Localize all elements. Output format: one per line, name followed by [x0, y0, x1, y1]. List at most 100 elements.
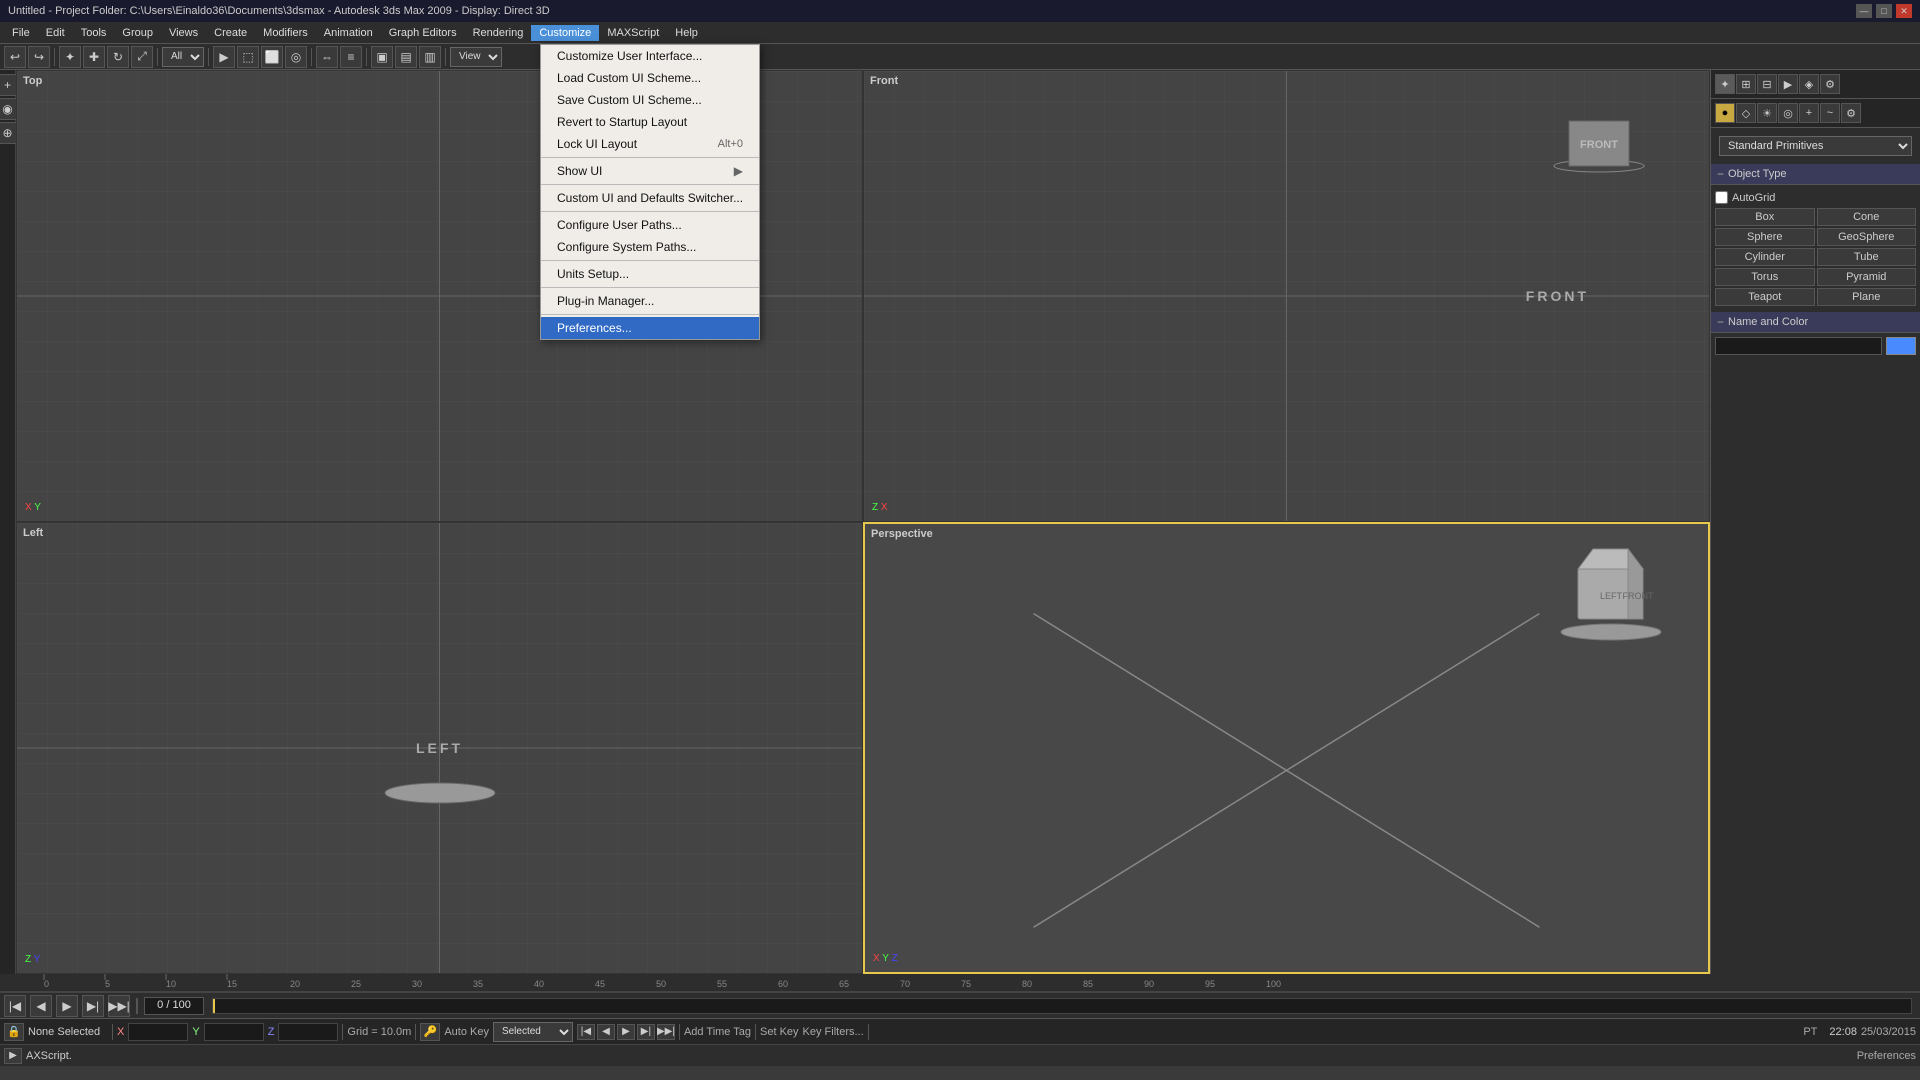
- menu-custom-ui-defaults[interactable]: Custom UI and Defaults Switcher...: [541, 187, 759, 209]
- prim-torus[interactable]: Torus: [1715, 268, 1815, 286]
- menu-create[interactable]: Create: [206, 25, 255, 41]
- menu-revert-startup[interactable]: Revert to Startup Layout: [541, 111, 759, 133]
- undo-button[interactable]: ↩: [4, 46, 26, 68]
- menu-lock-ui[interactable]: Lock UI Layout Alt+0: [541, 133, 759, 155]
- menu-user-paths[interactable]: Configure User Paths...: [541, 214, 759, 236]
- primitives-dropdown[interactable]: Standard Primitives: [1719, 136, 1912, 156]
- light-btn[interactable]: ☀: [1757, 103, 1777, 123]
- menu-file[interactable]: File: [4, 25, 38, 41]
- prim-geosphere[interactable]: GeoSphere: [1817, 228, 1917, 246]
- menu-preferences[interactable]: Preferences...: [541, 317, 759, 339]
- timeline-play-btn[interactable]: ▶: [56, 995, 78, 1017]
- object-type-collapse[interactable]: −: [1717, 167, 1724, 181]
- menu-graph-editors[interactable]: Graph Editors: [381, 25, 465, 41]
- select-button[interactable]: ✦: [59, 46, 81, 68]
- lasso-select[interactable]: ◎: [285, 46, 307, 68]
- selected-dropdown[interactable]: Selected: [493, 1022, 573, 1042]
- timeline-track[interactable]: [212, 998, 1912, 1014]
- prim-sphere[interactable]: Sphere: [1715, 228, 1815, 246]
- maximize-button[interactable]: □: [1876, 4, 1892, 18]
- redo-button[interactable]: ↪: [28, 46, 50, 68]
- utilities-tab[interactable]: ⚙: [1820, 74, 1840, 94]
- prim-cylinder[interactable]: Cylinder: [1715, 248, 1815, 266]
- pb-start[interactable]: |◀: [577, 1024, 595, 1040]
- mirror-button[interactable]: ⇔: [316, 46, 338, 68]
- filter-dropdown[interactable]: All: [162, 47, 204, 67]
- autodef-checkbox[interactable]: [1715, 191, 1728, 204]
- scale-button[interactable]: ⤢: [131, 46, 153, 68]
- pb-play[interactable]: ▶: [617, 1024, 635, 1040]
- timeline-next-btn[interactable]: ▶|: [82, 995, 104, 1017]
- fence-select[interactable]: ⬜: [261, 46, 283, 68]
- minimize-button[interactable]: —: [1856, 4, 1872, 18]
- menu-help[interactable]: Help: [667, 25, 706, 41]
- menu-group[interactable]: Group: [114, 25, 161, 41]
- svg-text:LEFT: LEFT: [1600, 591, 1623, 601]
- prim-pyramid[interactable]: Pyramid: [1817, 268, 1917, 286]
- menu-rendering[interactable]: Rendering: [465, 25, 532, 41]
- x-coord[interactable]: [128, 1023, 188, 1041]
- name-color-collapse[interactable]: −: [1717, 315, 1724, 329]
- rotate-button[interactable]: ↻: [107, 46, 129, 68]
- y-coord[interactable]: [204, 1023, 264, 1041]
- modify-tab[interactable]: ⊞: [1736, 74, 1756, 94]
- helper-btn[interactable]: +: [1799, 103, 1819, 123]
- menu-load-custom-ui[interactable]: Load Custom UI Scheme...: [541, 67, 759, 89]
- align-button[interactable]: ≡: [340, 46, 362, 68]
- viewport-front[interactable]: Front FRONT FRONT Z X: [863, 70, 1710, 522]
- timeline-prev-btn[interactable]: ◀: [30, 995, 52, 1017]
- timeline-cursor[interactable]: [213, 999, 215, 1013]
- menu-units-setup[interactable]: Units Setup...: [541, 263, 759, 285]
- motion-tab[interactable]: ▶: [1778, 74, 1798, 94]
- close-button[interactable]: ✕: [1896, 4, 1912, 18]
- view-dropdown[interactable]: View: [450, 47, 502, 67]
- key-filters[interactable]: Key Filters...: [803, 1026, 864, 1038]
- region-select[interactable]: ⬚: [237, 46, 259, 68]
- timeline-start-btn[interactable]: |◀: [4, 995, 26, 1017]
- lock-button[interactable]: 🔒: [4, 1023, 24, 1041]
- z-coord[interactable]: [278, 1023, 338, 1041]
- pb-prev[interactable]: ◀: [597, 1024, 615, 1040]
- prim-cone[interactable]: Cone: [1817, 208, 1917, 226]
- prim-box[interactable]: Box: [1715, 208, 1815, 226]
- grid-label: Grid = 10.0m: [347, 1026, 411, 1038]
- prim-tube[interactable]: Tube: [1817, 248, 1917, 266]
- prim-teapot[interactable]: Teapot: [1715, 288, 1815, 306]
- camera-btn[interactable]: ◎: [1778, 103, 1798, 123]
- pb-end[interactable]: ▶▶|: [657, 1024, 675, 1040]
- menu-animation[interactable]: Animation: [316, 25, 381, 41]
- create-tab[interactable]: ✦: [1715, 74, 1735, 94]
- key-icon[interactable]: 🔑: [420, 1023, 440, 1041]
- viewport-perspective[interactable]: Perspective LEFT: [863, 522, 1710, 974]
- select-arrow[interactable]: ▶: [213, 46, 235, 68]
- menu-customize-ui[interactable]: Customize User Interface...: [541, 45, 759, 67]
- menu-system-paths[interactable]: Configure System Paths...: [541, 236, 759, 258]
- timeline-end-btn[interactable]: ▶▶|: [108, 995, 130, 1017]
- menu-save-custom-ui[interactable]: Save Custom UI Scheme...: [541, 89, 759, 111]
- move-button[interactable]: ✚: [83, 46, 105, 68]
- render3-button[interactable]: ▥: [419, 46, 441, 68]
- render-button[interactable]: ▣: [371, 46, 393, 68]
- spacewarp-btn[interactable]: ~: [1820, 103, 1840, 123]
- object-name-input[interactable]: [1715, 337, 1882, 355]
- color-swatch[interactable]: [1886, 337, 1916, 355]
- geometry-btn[interactable]: ●: [1715, 103, 1735, 123]
- menu-edit[interactable]: Edit: [38, 25, 73, 41]
- pb-next[interactable]: ▶|: [637, 1024, 655, 1040]
- shape-btn[interactable]: ◇: [1736, 103, 1756, 123]
- system-btn[interactable]: ⚙: [1841, 103, 1861, 123]
- viewport-left[interactable]: Left LEFT Z Y: [16, 522, 863, 974]
- menu-views[interactable]: Views: [161, 25, 206, 41]
- menu-plugin-manager[interactable]: Plug-in Manager...: [541, 290, 759, 312]
- display-tab[interactable]: ◈: [1799, 74, 1819, 94]
- script-icon[interactable]: ▶: [4, 1048, 22, 1064]
- prim-plane[interactable]: Plane: [1817, 288, 1917, 306]
- menu-maxscript[interactable]: MAXScript: [599, 25, 667, 41]
- menu-show-ui[interactable]: Show UI ▶: [541, 160, 759, 182]
- hierarchy-tab[interactable]: ⊟: [1757, 74, 1777, 94]
- menu-modifiers[interactable]: Modifiers: [255, 25, 316, 41]
- render2-button[interactable]: ▤: [395, 46, 417, 68]
- menu-customize[interactable]: Customize: [531, 25, 599, 41]
- menu-tools[interactable]: Tools: [73, 25, 115, 41]
- viewport-front-label: Front: [870, 75, 898, 87]
